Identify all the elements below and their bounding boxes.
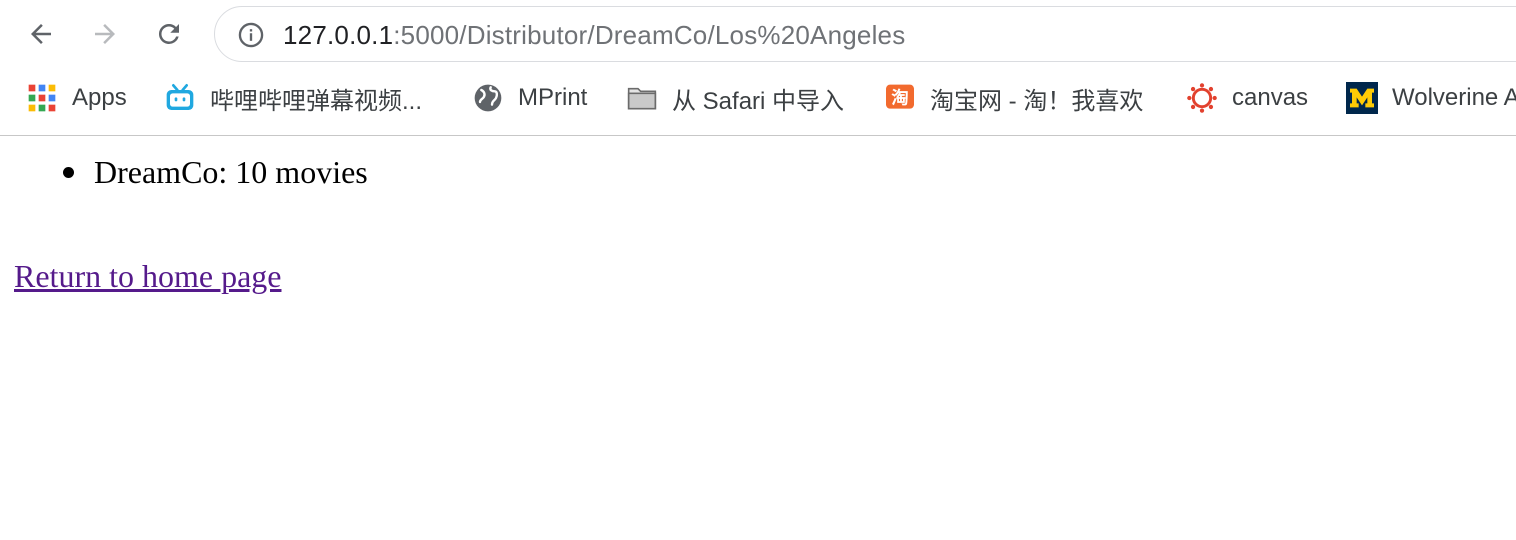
bookmark-mprint[interactable]: MPrint — [472, 78, 587, 118]
url-path: :5000/Distributor/DreamCo/Los%20Angeles — [393, 20, 906, 50]
michigan-m-icon — [1346, 82, 1378, 114]
bookmark-canvas[interactable]: canvas — [1186, 78, 1308, 118]
distributor-movie-list: DreamCo: 10 movies — [63, 152, 368, 192]
canvas-icon — [1186, 82, 1218, 114]
svg-text:淘: 淘 — [891, 87, 908, 108]
bookmark-label: Wolverine Access — [1392, 84, 1516, 111]
bookmark-label: 淘宝网 - 淘！我喜欢 — [930, 87, 1144, 115]
arrow-right-icon — [95, 24, 115, 44]
bookmark-label: 哔哩哔哩弹幕视频... — [210, 87, 423, 115]
bookmark-label: MPrint — [518, 84, 588, 111]
bookmark-apps[interactable]: Apps — [26, 78, 127, 118]
address-url[interactable]: 127.0.0.1:5000/Distributor/DreamCo/Los%2… — [283, 19, 905, 51]
back-button[interactable] — [19, 12, 63, 56]
browser-toolbar: 127.0.0.1:5000/Distributor/DreamCo/Los%2… — [0, 0, 1516, 68]
address-bar[interactable]: 127.0.0.1:5000/Distributor/DreamCo/Los%2… — [214, 6, 1516, 62]
bookmark-bilibili[interactable]: 哔哩哔哩弹幕视频... — [164, 78, 422, 118]
taobao-icon: 淘 — [884, 82, 916, 114]
list-item: DreamCo: 10 movies — [63, 154, 368, 190]
bilibili-tv-icon — [164, 82, 196, 114]
apps-grid-icon — [26, 82, 58, 114]
globe-icon — [472, 82, 504, 114]
bookmark-label: Apps — [72, 84, 127, 111]
url-host: 127.0.0.1 — [283, 20, 394, 50]
info-icon[interactable] — [237, 21, 265, 49]
return-home-link[interactable]: Return to home page — [14, 256, 281, 296]
bookmark-label: 从 Safari 中导入 — [672, 87, 845, 115]
bookmark-label: canvas — [1232, 84, 1309, 111]
reload-icon — [158, 23, 179, 44]
folder-icon — [626, 82, 658, 114]
bookmark-safari-import-folder[interactable]: 从 Safari 中导入 — [626, 78, 844, 118]
bookmarks-bar: Apps 哔哩哔哩弹幕视频... MPrint 从 Safari 中导入 淘 淘… — [0, 74, 1516, 122]
bookmark-wolverine-access[interactable]: Wolverine Access — [1346, 78, 1516, 118]
reload-button[interactable] — [147, 12, 191, 56]
page-content: DreamCo: 10 movies Return to home page — [0, 136, 1516, 540]
arrow-left-icon — [31, 24, 51, 44]
browser-chrome: 127.0.0.1:5000/Distributor/DreamCo/Los%2… — [0, 0, 1516, 136]
bookmark-taobao[interactable]: 淘 淘宝网 - 淘！我喜欢 — [884, 78, 1143, 118]
forward-button[interactable] — [83, 12, 127, 56]
